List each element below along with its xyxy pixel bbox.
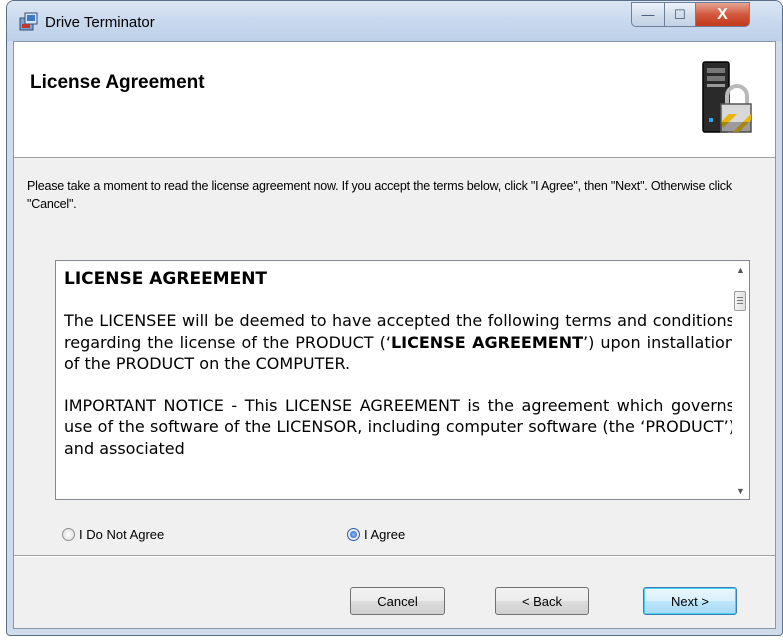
license-heading: LICENSE AGREEMENT: [64, 269, 268, 289]
license-content: LICENSE AGREEMENT The LICENSEE will be d…: [64, 268, 735, 459]
vertical-scrollbar[interactable]: ▲ ▼: [732, 261, 749, 499]
window-title: Drive Terminator: [45, 14, 155, 31]
license-paragraph-2: IMPORTANT NOTICE - This LICENSE AGREEMEN…: [64, 395, 735, 458]
dialog-header: License Agreement: [14, 42, 775, 158]
disagree-radio[interactable]: [62, 528, 75, 541]
installer-window: Drive Terminator — ☐ X License Agreement: [6, 0, 783, 636]
scroll-down-arrow-icon[interactable]: ▼: [732, 482, 749, 499]
scroll-thumb[interactable]: [734, 291, 746, 311]
scroll-up-arrow-icon[interactable]: ▲: [732, 261, 749, 278]
license-p1-bold: LICENSE AGREEMENT: [390, 332, 583, 352]
close-icon: X: [717, 5, 728, 23]
title-bar[interactable]: Drive Terminator — ☐ X: [7, 1, 782, 41]
disagree-label[interactable]: I Do Not Agree: [79, 527, 164, 542]
back-button[interactable]: < Back: [495, 587, 589, 615]
disagree-option[interactable]: I Do Not Agree: [62, 527, 164, 542]
cancel-button-label: Cancel: [377, 593, 418, 609]
back-button-label: < Back: [521, 593, 563, 609]
license-paragraph-1: The LICENSEE will be deemed to have acce…: [64, 310, 735, 375]
installer-app-icon: [19, 12, 38, 31]
agree-label[interactable]: I Agree: [364, 527, 405, 542]
minimize-button[interactable]: —: [631, 2, 664, 27]
next-button-label: Next >: [671, 593, 709, 609]
page-title: License Agreement: [30, 72, 205, 93]
next-button[interactable]: Next >: [643, 587, 737, 615]
close-button[interactable]: X: [695, 2, 750, 27]
agree-option[interactable]: I Agree: [347, 527, 405, 542]
intro-text: Please take a moment to read the license…: [27, 179, 732, 211]
maximize-icon: ☐: [674, 6, 686, 22]
minimize-icon: —: [641, 7, 655, 22]
footer-divider: [14, 555, 775, 557]
computer-lock-icon: [702, 61, 752, 133]
cancel-button[interactable]: Cancel: [350, 587, 445, 615]
maximize-button[interactable]: ☐: [664, 2, 695, 27]
license-text-box[interactable]: LICENSE AGREEMENT The LICENSEE will be d…: [55, 260, 750, 500]
dialog-client-area: License Agreement Please take a moment t…: [13, 41, 776, 629]
agree-radio[interactable]: [347, 528, 360, 541]
